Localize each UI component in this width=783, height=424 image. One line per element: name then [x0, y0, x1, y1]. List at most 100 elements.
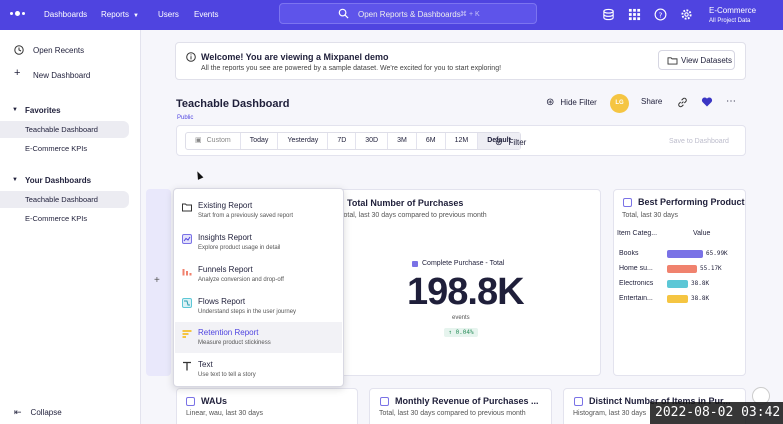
- card-subtitle: Total, last 30 days compared to previous…: [340, 212, 487, 219]
- nav-users[interactable]: Users: [158, 10, 179, 19]
- row-value: 38.8K: [691, 295, 710, 302]
- sidebar-item-teachable[interactable]: Teachable Dashboard: [0, 191, 129, 208]
- row-bar: [667, 265, 697, 273]
- open-recents-label: Open Recents: [33, 45, 85, 55]
- table-header-category[interactable]: Item Categ...: [617, 230, 657, 237]
- mouse-cursor: [194, 170, 204, 180]
- search-bar[interactable]: Open Reports & Dashboards ⌘ + K: [279, 3, 537, 24]
- date-6m[interactable]: 6M: [417, 133, 446, 149]
- insights-icon: [623, 198, 632, 207]
- menu-item-desc: Start from a previously saved report: [198, 213, 294, 219]
- row-label: Home su...: [619, 265, 653, 272]
- view-datasets-label: View Datasets: [681, 56, 732, 65]
- row-label: Electronics: [619, 280, 654, 287]
- card-monthly-revenue[interactable]: Monthly Revenue of Purchases ... Total, …: [369, 388, 552, 424]
- collapse-button[interactable]: ⇤ Collapse: [14, 407, 62, 418]
- top-bar: Dashboards Reports ▼ Users Events Open Re…: [0, 0, 783, 30]
- date-yesterday[interactable]: Yesterday: [278, 133, 329, 149]
- apps-grid-icon[interactable]: [628, 8, 641, 21]
- help-icon[interactable]: ?: [654, 8, 667, 21]
- menu-item-title: Existing Report: [198, 201, 253, 210]
- add-card-bar[interactable]: +: [146, 189, 171, 376]
- menu-item-desc: Measure product stickiness: [198, 340, 271, 346]
- org-name: E-Commerce: [709, 6, 757, 15]
- sidebar-item-favorite-teachable[interactable]: Teachable Dashboard: [0, 121, 129, 138]
- menu-item-funnels-report[interactable]: Funnels Report Analyze conversion and dr…: [175, 259, 342, 290]
- calendar-icon: ▣: [195, 137, 202, 144]
- favorite-heart-icon[interactable]: [701, 96, 713, 108]
- more-options-icon[interactable]: ⋯: [726, 96, 736, 107]
- date-3m[interactable]: 3M: [388, 133, 417, 149]
- dashboard-title[interactable]: Teachable Dashboard: [176, 98, 290, 110]
- open-recents[interactable]: Open Recents: [0, 44, 141, 56]
- welcome-banner: Welcome! You are viewing a Mixpanel demo…: [175, 42, 746, 80]
- menu-item-retention-report[interactable]: Retention Report Measure product stickin…: [175, 322, 342, 353]
- retention-icon: [182, 330, 192, 338]
- nav-reports-label: Reports: [101, 10, 130, 19]
- mixpanel-logo[interactable]: [10, 11, 25, 16]
- new-dashboard-label: New Dashboard: [33, 70, 91, 80]
- plus-icon: +: [154, 275, 160, 286]
- date-7d[interactable]: 7D: [328, 133, 357, 149]
- row-label: Books: [619, 250, 639, 257]
- chevron-down-icon[interactable]: ▼: [12, 177, 18, 183]
- insights-icon: [182, 234, 192, 244]
- insights-icon: [186, 397, 195, 406]
- clock-icon: [14, 45, 24, 55]
- table-row[interactable]: Books 65.99K: [613, 248, 746, 260]
- link-icon[interactable]: [677, 97, 688, 108]
- date-custom[interactable]: ▣ Custom: [186, 133, 241, 149]
- menu-item-existing-report[interactable]: Existing Report Start from a previously …: [175, 195, 342, 226]
- row-bar: [667, 295, 688, 303]
- table-row[interactable]: Entertain... 38.8K: [613, 293, 746, 305]
- sidebar-item-favorite-ecommerce[interactable]: E-Commerce KPIs: [0, 140, 129, 157]
- search-label: Open Reports & Dashboards: [358, 10, 461, 19]
- banner-subtitle: All the reports you see are powered by a…: [201, 65, 502, 72]
- menu-item-title: Insights Report: [198, 233, 252, 242]
- sidebar: Open Recents + New Dashboard ▼ Favorites…: [0, 30, 141, 424]
- new-dashboard[interactable]: + New Dashboard: [0, 68, 141, 81]
- card-waus[interactable]: WAUs Linear, wau, last 30 days: [176, 388, 358, 424]
- table-row[interactable]: Home su... 55.17K: [613, 263, 746, 275]
- view-datasets-button[interactable]: View Datasets: [658, 50, 735, 70]
- nav-reports[interactable]: Reports ▼: [101, 10, 139, 19]
- table-header-value[interactable]: Value: [693, 230, 710, 237]
- row-value: 38.8K: [691, 280, 710, 287]
- menu-item-text[interactable]: Text Use text to tell a story: [175, 354, 342, 385]
- menu-item-desc: Explore product usage in detail: [198, 245, 281, 251]
- card-title: Monthly Revenue of Purchases ...: [395, 396, 539, 406]
- row-bar: [667, 280, 688, 288]
- database-icon[interactable]: [602, 8, 615, 21]
- your-dashboards-header[interactable]: Your Dashboards: [25, 176, 91, 185]
- metric-unit: events: [452, 315, 470, 321]
- series-swatch: [412, 260, 418, 267]
- favorites-header[interactable]: Favorites: [25, 106, 61, 115]
- banner-title: Welcome! You are viewing a Mixpanel demo: [201, 52, 389, 62]
- date-range-group: ▣ Custom Today Yesterday 7D 30D 3M 6M 12M…: [185, 132, 521, 150]
- sidebar-item-ecommerce[interactable]: E-Commerce KPIs: [0, 210, 129, 227]
- collapse-label: Collapse: [30, 408, 62, 417]
- avatar[interactable]: LG: [610, 94, 629, 113]
- row-bar: [667, 250, 703, 258]
- date-today[interactable]: Today: [241, 133, 279, 149]
- settings-icon[interactable]: [680, 8, 693, 21]
- text-icon: [183, 361, 191, 371]
- nav-dashboards[interactable]: Dashboards: [44, 10, 87, 19]
- date-12m[interactable]: 12M: [446, 133, 479, 149]
- chevron-down-icon[interactable]: ▼: [12, 107, 18, 113]
- menu-item-desc: Analyze conversion and drop-off: [198, 277, 284, 283]
- table-row[interactable]: Electronics 38.8K: [613, 278, 746, 290]
- menu-item-flows-report[interactable]: Flows Report Understand steps in the use…: [175, 291, 342, 322]
- nav-events[interactable]: Events: [194, 10, 218, 19]
- filter-button[interactable]: ⊛ Filter: [495, 137, 526, 148]
- card-title: Total Number of Purchases: [347, 198, 464, 208]
- hide-filter-button[interactable]: ⊛ Hide Filter: [546, 97, 597, 108]
- date-30d[interactable]: 30D: [356, 133, 389, 149]
- menu-item-title: Flows Report: [198, 297, 246, 306]
- metric-label-text: Complete Purchase - Total: [422, 260, 505, 267]
- share-button[interactable]: Share: [641, 97, 662, 106]
- menu-item-insights-report[interactable]: Insights Report Explore product usage in…: [175, 227, 342, 258]
- row-value: 65.99K: [706, 250, 728, 257]
- save-to-dashboard-button[interactable]: Save to Dashboard: [669, 138, 729, 145]
- org-switcher[interactable]: E-Commerce All Project Data: [709, 6, 756, 26]
